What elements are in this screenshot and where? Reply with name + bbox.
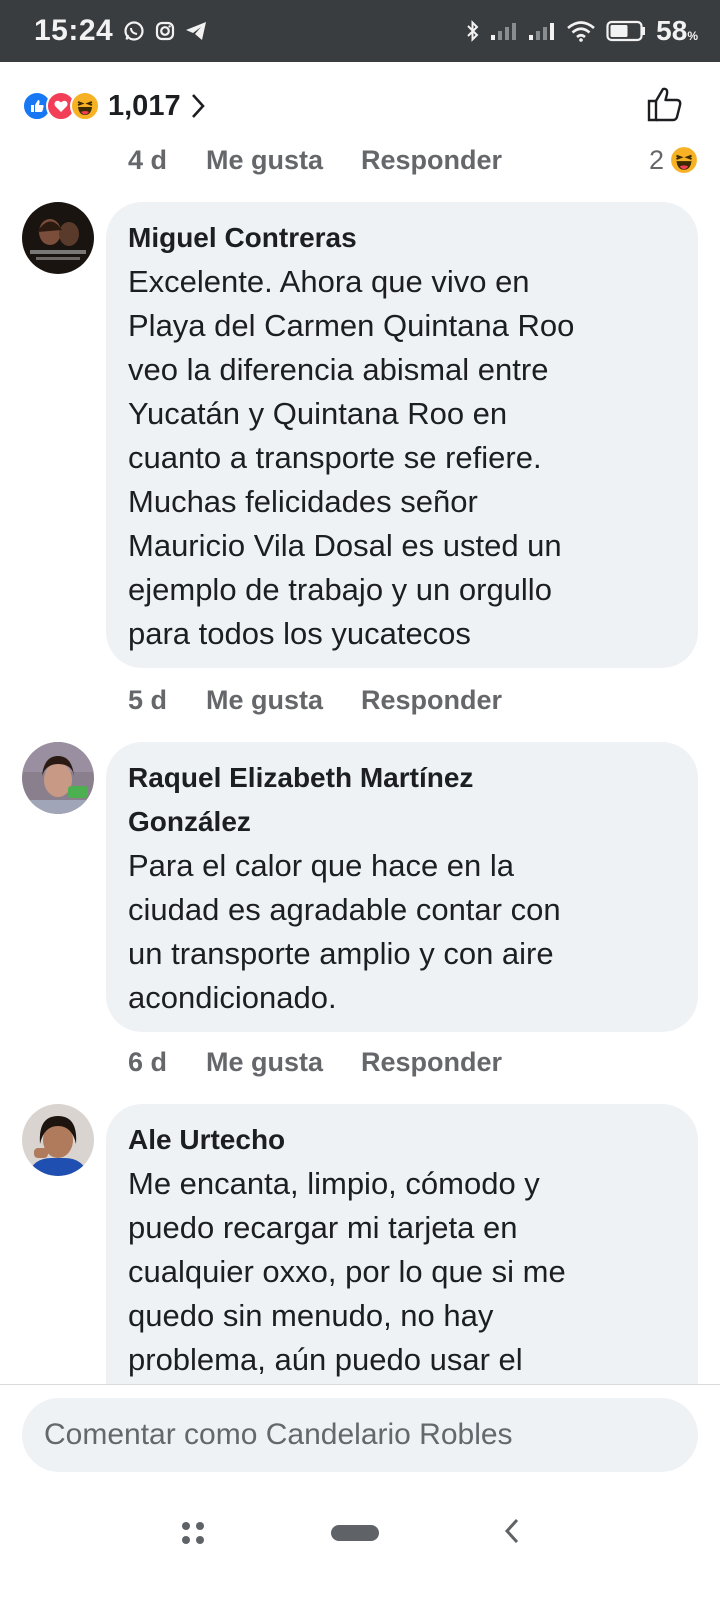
comment-text: Para el calor que hace en la ciudad es a… xyxy=(128,848,561,1015)
comment-bubble: Miguel Contreras Excelente. Ahora que vi… xyxy=(106,202,698,668)
bluetooth-icon xyxy=(467,20,479,42)
comment-time: 5 d xyxy=(128,684,168,715)
home-button[interactable] xyxy=(330,1524,380,1547)
comment-actions: 6 d Me gusta Responder xyxy=(128,1042,698,1082)
chevron-left-icon xyxy=(504,1518,519,1544)
comment-text: Me encanta, limpio, cómodo y puedo recar… xyxy=(128,1166,566,1377)
comment-time: 4 d xyxy=(128,144,168,175)
comment-author[interactable]: Miguel Contreras xyxy=(128,216,676,260)
notification-icons xyxy=(123,20,207,42)
comment-time: 6 d xyxy=(128,1046,168,1077)
navigation-bar xyxy=(0,1490,720,1600)
avatar[interactable] xyxy=(22,742,94,814)
telegram-icon xyxy=(186,22,207,40)
reply-button[interactable]: Responder xyxy=(361,1047,502,1078)
signal-icon-2 xyxy=(529,23,555,40)
haha-icon xyxy=(671,147,697,173)
back-button[interactable] xyxy=(502,1516,522,1551)
recent-apps-button[interactable] xyxy=(180,1520,206,1551)
comment-input[interactable]: Comentar como Candelario Robles xyxy=(22,1398,698,1472)
haha-icon xyxy=(70,91,100,121)
comment-author[interactable]: Ale Urtecho xyxy=(128,1118,676,1162)
wifi-icon xyxy=(567,21,596,42)
comment-author[interactable]: Raquel Elizabeth Martínez González xyxy=(128,756,676,844)
home-pill-icon xyxy=(331,1525,379,1541)
reply-button[interactable]: Responder xyxy=(361,145,502,176)
comment-text: Excelente. Ahora que vivo en Playa del C… xyxy=(128,264,575,651)
battery-icon xyxy=(606,20,646,42)
signal-icon-1 xyxy=(491,23,517,40)
reaction-icons xyxy=(22,91,100,121)
comment-actions: 4 d Me gusta Responder 2 xyxy=(128,140,698,180)
grid-dots-icon xyxy=(182,1522,204,1544)
battery-percent: 58% xyxy=(656,15,698,46)
whatsapp-icon xyxy=(124,21,144,41)
instagram-icon xyxy=(156,21,175,41)
status-bar: 15:24 58% xyxy=(0,0,720,62)
comment-actions: 5 d Me gusta Responder xyxy=(128,680,698,720)
reactions-summary[interactable]: 1,017 xyxy=(0,78,720,134)
comment-reactions[interactable]: 2 xyxy=(649,145,698,176)
thumbs-up-icon xyxy=(647,87,682,121)
comment-input-placeholder: Comentar como Candelario Robles xyxy=(44,1418,513,1451)
like-comment-button[interactable]: Me gusta xyxy=(206,145,323,176)
comment-bubble: Ale Urtecho Me encanta, limpio, cómodo y… xyxy=(106,1104,698,1404)
avatar[interactable] xyxy=(22,1104,94,1176)
chevron-right-icon xyxy=(189,92,207,120)
reaction-count: 1,017 xyxy=(108,89,181,122)
like-post-button[interactable] xyxy=(646,85,684,128)
avatar[interactable] xyxy=(22,202,94,274)
comment-bubble: Raquel Elizabeth Martínez González Para … xyxy=(106,742,698,1032)
like-comment-button[interactable]: Me gusta xyxy=(206,1047,323,1078)
system-icons: 58% xyxy=(466,15,698,47)
reply-button[interactable]: Responder xyxy=(361,685,502,716)
comment-reaction-count: 2 xyxy=(648,144,664,175)
status-time: 15:24 xyxy=(34,14,114,47)
divider xyxy=(0,1384,720,1385)
like-comment-button[interactable]: Me gusta xyxy=(206,685,323,716)
